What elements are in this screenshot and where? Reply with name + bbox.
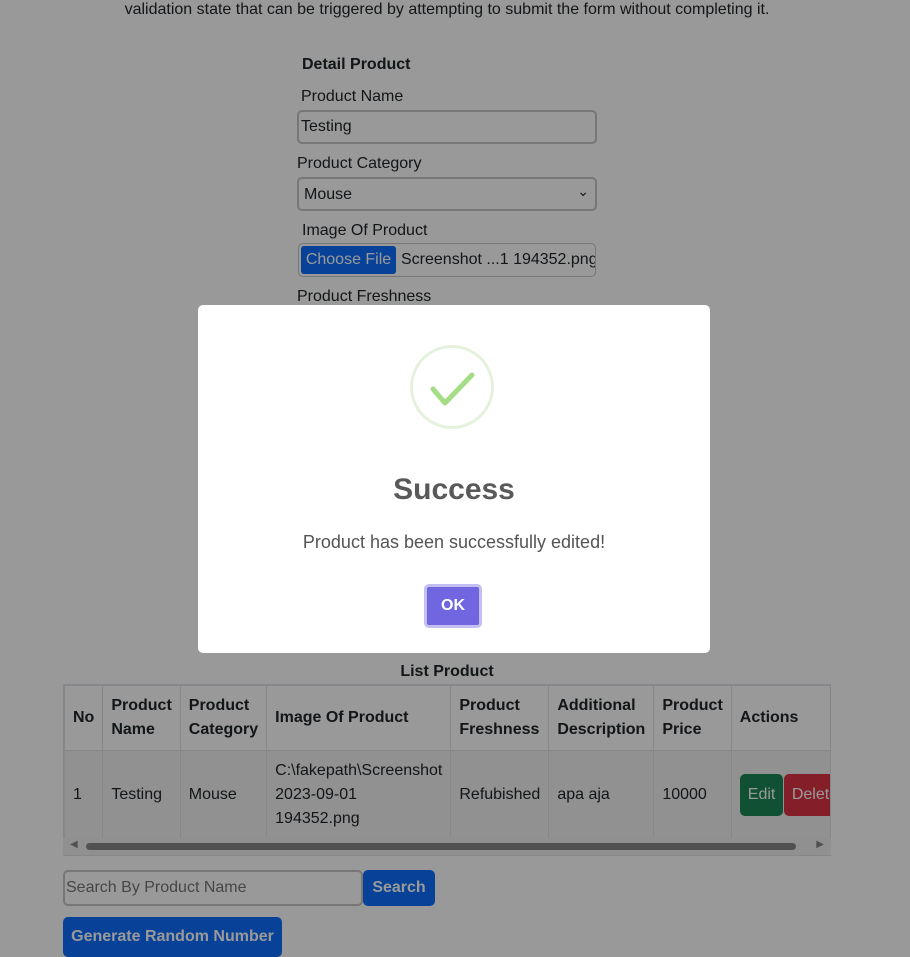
dialog-message: Product has been successfully edited!	[302, 532, 606, 552]
success-dialog: Success Product has been successfully ed…	[198, 305, 710, 653]
success-check-icon	[410, 345, 494, 429]
dialog-title: Success	[393, 473, 515, 506]
ok-button[interactable]: OK	[424, 584, 482, 628]
